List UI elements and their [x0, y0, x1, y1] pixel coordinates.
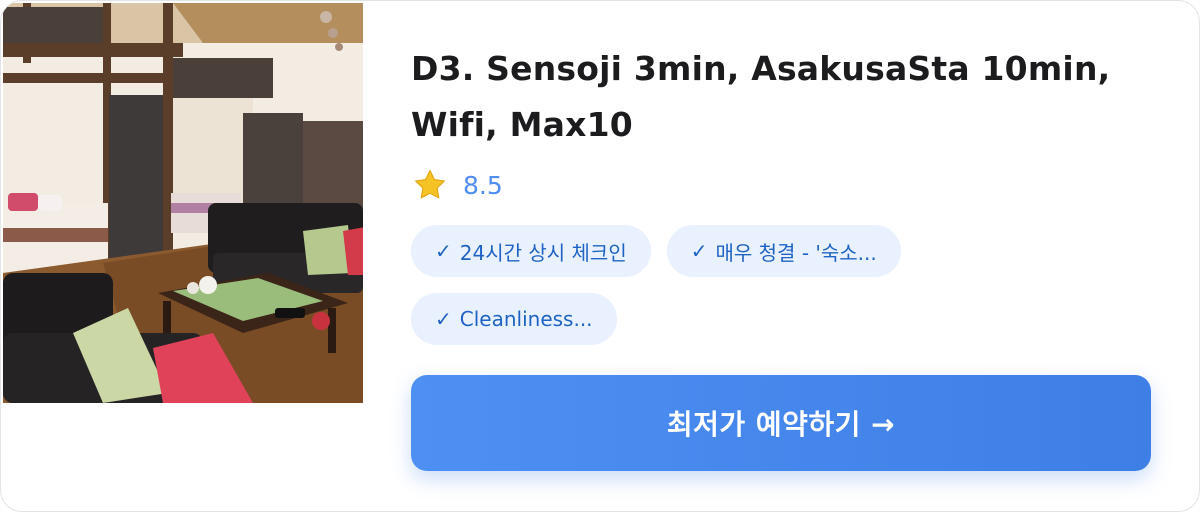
tag-cleanliness: ✓ Cleanliness...: [411, 293, 617, 345]
tag-clean: ✓ 매우 청결 - '숙소...: [666, 225, 901, 277]
rating-value: 8.5: [463, 170, 503, 200]
listing-title[interactable]: D3. Sensoji 3min, AsakusaSta 10min, Wifi…: [411, 41, 1151, 153]
amenity-tags: ✓ 24시간 상시 체크인 ✓ 매우 청결 - '숙소... ✓ Cleanli…: [411, 225, 1031, 345]
room-photo[interactable]: [3, 3, 363, 403]
check-icon: ✓: [690, 239, 708, 263]
listing-details: D3. Sensoji 3min, AsakusaSta 10min, Wifi…: [411, 41, 1151, 471]
tag-checkin: ✓ 24시간 상시 체크인: [411, 225, 651, 277]
check-icon: ✓: [435, 239, 452, 263]
tag-label: Cleanliness...: [459, 307, 593, 331]
book-lowest-price-button[interactable]: 최저가 예약하기 →: [411, 375, 1151, 471]
tag-label: 24시간 상시 체크인: [459, 240, 627, 265]
tag-label: 매우 청결 - '숙소...: [715, 240, 877, 265]
check-icon: ✓: [435, 307, 452, 331]
rating: 8.5: [411, 167, 1151, 203]
star-icon: [413, 168, 447, 202]
listing-card[interactable]: D3. Sensoji 3min, AsakusaSta 10min, Wifi…: [0, 0, 1200, 512]
